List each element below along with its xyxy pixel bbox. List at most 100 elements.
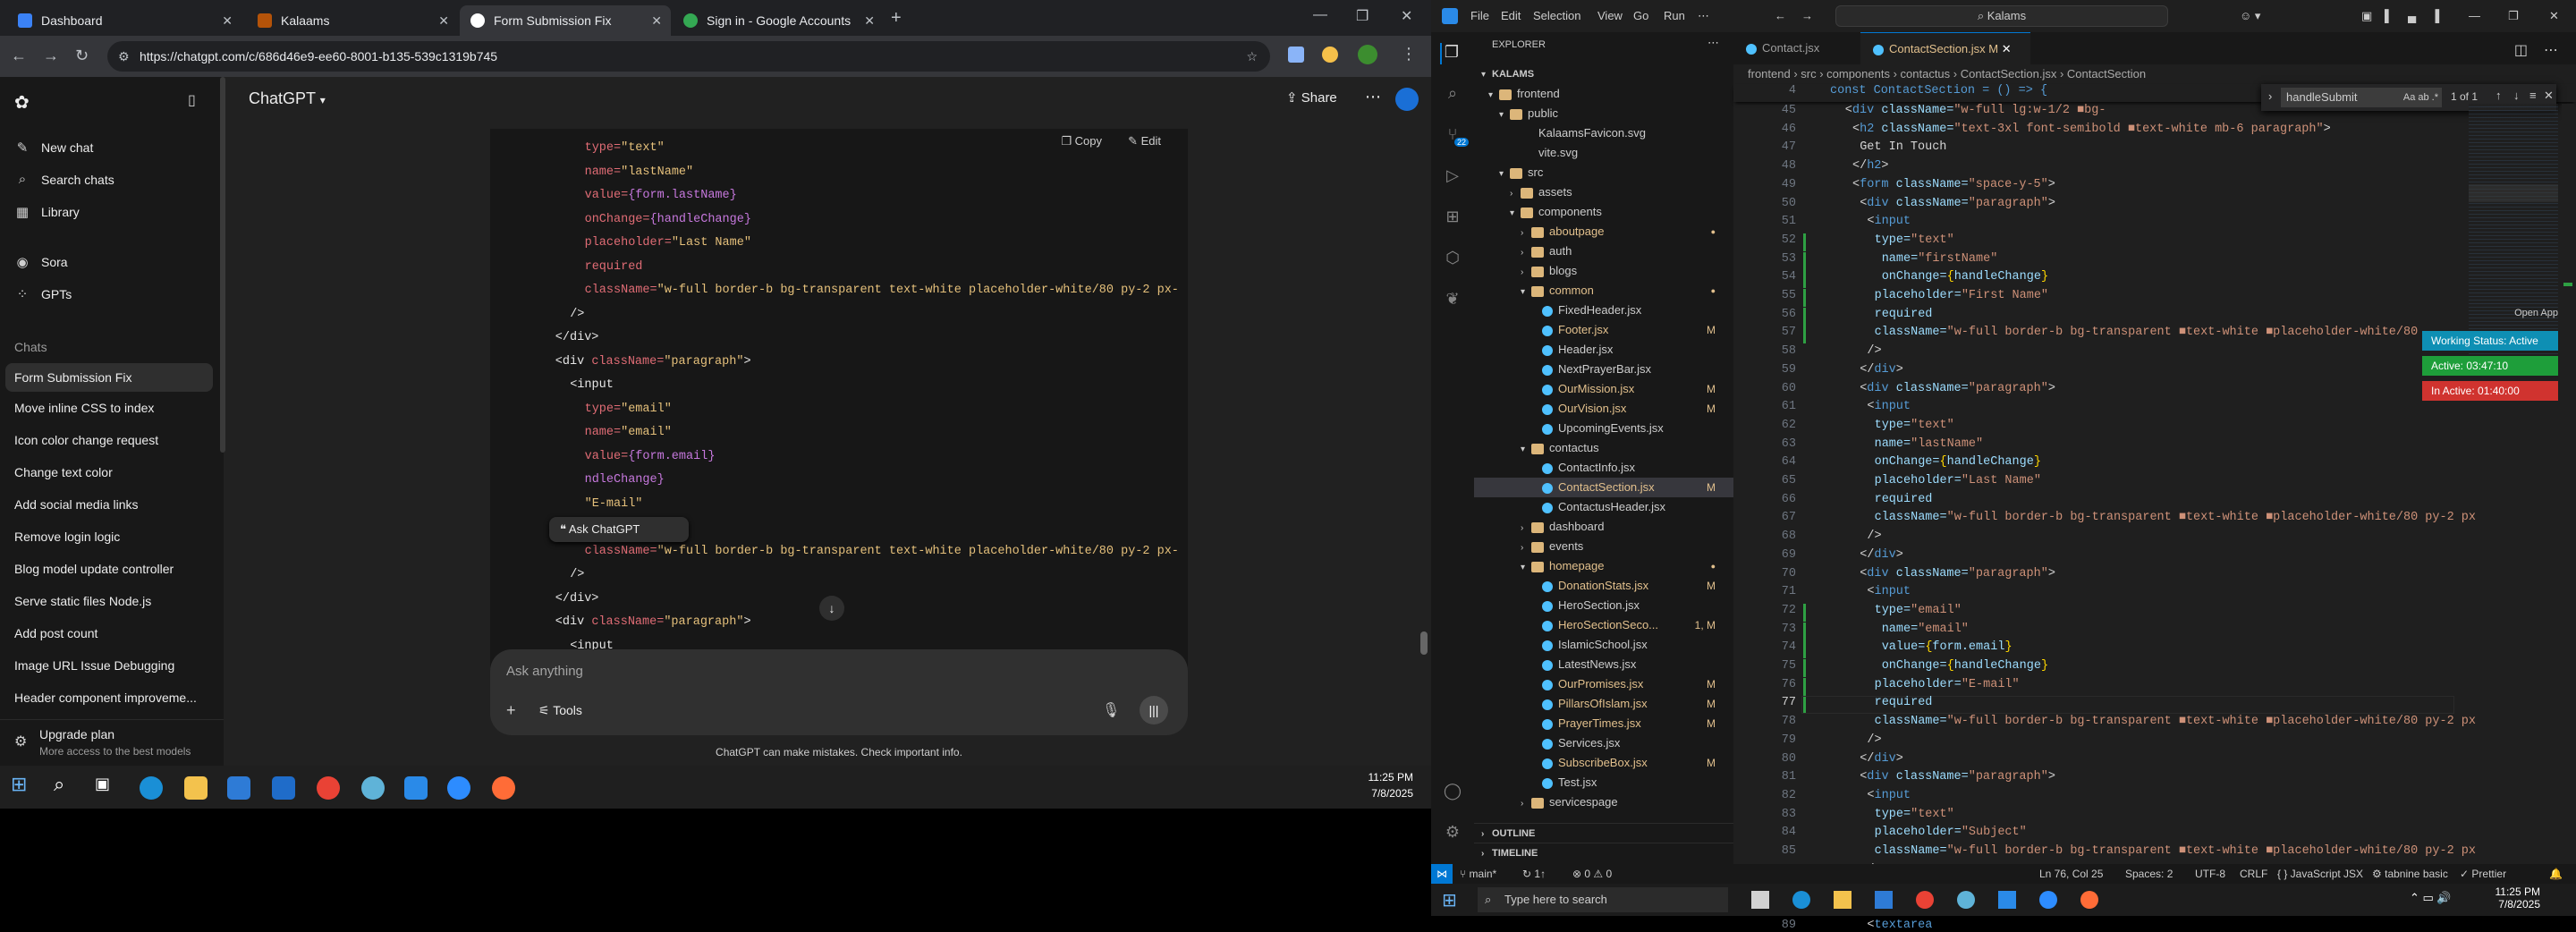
tree-folder[interactable]: › events bbox=[1474, 537, 1733, 556]
remote-indicator-icon[interactable]: ⋈ bbox=[1431, 864, 1453, 884]
toggle-panel-icon[interactable]: ▄ bbox=[2408, 9, 2416, 22]
sync-status[interactable]: ↻ 1↑ bbox=[1522, 864, 1546, 884]
problems-count[interactable]: ⊗ 0 ⚠ 0 bbox=[1572, 864, 1612, 884]
close-icon[interactable]: ✕ bbox=[2002, 42, 2012, 55]
chevron-right-icon[interactable]: › bbox=[2268, 89, 2272, 103]
windows-start-icon[interactable]: ⊞ bbox=[11, 773, 34, 796]
chat-list-item[interactable]: Move inline CSS to index bbox=[14, 401, 154, 415]
tree-file[interactable]: KalaamsFavicon.svg bbox=[1474, 123, 1733, 143]
upgrade-plan[interactable]: ⚙ Upgrade plan More access to the best m… bbox=[0, 719, 224, 766]
menu-file[interactable]: File bbox=[1470, 9, 1489, 22]
notifications-icon[interactable]: 🔔 bbox=[2549, 864, 2563, 884]
task-view-icon[interactable]: ▣ bbox=[95, 775, 118, 798]
chat-list-item[interactable]: Add post count bbox=[14, 626, 97, 640]
close-icon[interactable]: ✕ bbox=[2544, 89, 2554, 103]
close-icon[interactable]: ✕ bbox=[438, 13, 449, 29]
chat-list-item[interactable]: Remove login logic bbox=[14, 530, 120, 544]
tools-button[interactable]: ⚟ Tools bbox=[538, 703, 582, 718]
account-icon[interactable]: ◯ bbox=[1442, 782, 1463, 803]
close-icon[interactable]: ✕ bbox=[651, 13, 662, 29]
find-in-selection-icon[interactable]: ≡ bbox=[2529, 89, 2537, 102]
app-icon[interactable] bbox=[1957, 891, 1975, 909]
more-options-icon[interactable]: ⋯ bbox=[1365, 88, 1381, 106]
chat-list-item[interactable]: Header component improveme... bbox=[14, 691, 197, 705]
breadcrumb[interactable]: frontend › src › components › contactus … bbox=[1733, 64, 2576, 84]
tree-file[interactable]: LatestNews.jsx bbox=[1474, 655, 1733, 674]
forward-icon[interactable]: → bbox=[43, 47, 59, 65]
sidebar-new-chat[interactable]: ✎ New chat bbox=[14, 140, 94, 156]
menu-go[interactable]: Go bbox=[1633, 9, 1648, 22]
app-icon[interactable] bbox=[361, 776, 385, 800]
back-icon[interactable]: ← bbox=[11, 47, 27, 65]
sidebar-sora[interactable]: ◉ Sora bbox=[14, 254, 67, 270]
scrollbar-thumb[interactable] bbox=[1420, 631, 1428, 655]
chat-list-item[interactable]: Blog model update controller bbox=[14, 562, 174, 576]
git-branch[interactable]: ⑂ main* bbox=[1460, 864, 1496, 884]
minimize-icon[interactable]: — bbox=[2469, 9, 2480, 22]
tree-file[interactable]: HeroSectionSeco... 1, M bbox=[1474, 615, 1733, 635]
mail-icon[interactable] bbox=[272, 776, 295, 800]
settings-gear-icon[interactable]: ⚙ bbox=[1442, 823, 1463, 844]
tree-file[interactable]: OurPromises.jsx M bbox=[1474, 674, 1733, 694]
tree-file[interactable]: Header.jsx bbox=[1474, 340, 1733, 360]
tree-folder[interactable]: › servicespage bbox=[1474, 792, 1733, 812]
share-button[interactable]: ⇪ Share bbox=[1286, 89, 1337, 106]
minimize-icon[interactable]: — bbox=[1313, 7, 1327, 23]
tree-file[interactable]: OurVision.jsx M bbox=[1474, 399, 1733, 419]
tree-file[interactable]: ContactInfo.jsx bbox=[1474, 458, 1733, 478]
tree-folder[interactable]: ▾ common ● bbox=[1474, 281, 1733, 301]
copilot-icon[interactable]: ☺ ▾ bbox=[2240, 9, 2260, 23]
tree-file[interactable]: ContactSection.jsx M bbox=[1474, 478, 1733, 497]
tree-file[interactable]: Footer.jsx M bbox=[1474, 320, 1733, 340]
menu-selection[interactable]: Selection bbox=[1533, 9, 1580, 22]
chrome-menu-icon[interactable]: ⋮ bbox=[1401, 45, 1417, 64]
browser-tab-google-sign-in[interactable]: Sign in - Google Accounts ✕ bbox=[673, 5, 884, 36]
chat-list-item[interactable]: Change text color bbox=[14, 465, 113, 479]
store-icon[interactable] bbox=[227, 776, 250, 800]
close-icon[interactable]: ✕ bbox=[864, 13, 875, 29]
add-icon[interactable]: + bbox=[506, 701, 516, 720]
forward-icon[interactable]: → bbox=[1801, 9, 1813, 22]
tree-folder[interactable]: ▾ contactus bbox=[1474, 438, 1733, 458]
tree-folder[interactable]: ▾ frontend bbox=[1474, 84, 1733, 104]
arrow-up-icon[interactable]: ↑ bbox=[2496, 89, 2502, 102]
browser-tab-form-submission-fix[interactable]: Form Submission Fix ✕ bbox=[460, 5, 671, 36]
close-window-icon[interactable]: ✕ bbox=[1401, 7, 1412, 25]
tree-folder[interactable]: ▾ components bbox=[1474, 202, 1733, 222]
microphone-icon[interactable]: 🎙 bbox=[1102, 701, 1120, 719]
run-debug-icon[interactable]: ▷ bbox=[1442, 166, 1463, 188]
bookmark-star-icon[interactable]: ☆ bbox=[1246, 49, 1258, 64]
edge-icon[interactable] bbox=[1792, 891, 1810, 909]
menu-run[interactable]: Run bbox=[1664, 9, 1685, 22]
extension-icon[interactable] bbox=[1322, 47, 1338, 63]
menu-view[interactable]: View bbox=[1597, 9, 1623, 22]
postman-icon[interactable] bbox=[2080, 891, 2098, 909]
ask-chatgpt-popover[interactable]: ❝ Ask ChatGPT bbox=[549, 517, 689, 542]
outline-section[interactable]: › OUTLINE bbox=[1474, 823, 1733, 843]
postman-icon[interactable] bbox=[492, 776, 515, 800]
more-actions-icon[interactable]: ⋯ bbox=[1707, 36, 1719, 50]
vscode-icon[interactable] bbox=[1998, 891, 2016, 909]
vscode-icon[interactable] bbox=[404, 776, 428, 800]
reload-icon[interactable]: ↻ bbox=[75, 47, 89, 65]
toggle-secondary-sidebar-icon[interactable]: ▐ bbox=[2431, 9, 2439, 22]
address-bar[interactable]: ⚙ https://chatgpt.com/c/686d46e9-ee60-80… bbox=[107, 41, 1270, 72]
tree-file[interactable]: vite.svg bbox=[1474, 143, 1733, 163]
tree-file[interactable]: ContactusHeader.jsx bbox=[1474, 497, 1733, 517]
edge-icon[interactable] bbox=[140, 776, 163, 800]
mongodb-icon[interactable]: ❦ bbox=[1442, 290, 1463, 311]
clock[interactable]: 11:25 PM 7/8/2025 bbox=[2469, 885, 2540, 911]
new-tab-icon[interactable]: + bbox=[891, 8, 902, 29]
tree-file[interactable]: NextPrayerBar.jsx bbox=[1474, 360, 1733, 379]
timeline-section[interactable]: › TIMELINE bbox=[1474, 843, 1733, 862]
remote-icon[interactable]: ⬡ bbox=[1442, 249, 1463, 270]
minimap[interactable] bbox=[2469, 104, 2558, 873]
tree-file[interactable]: UpcomingEvents.jsx bbox=[1474, 419, 1733, 438]
clock[interactable]: 11:25 PM 7/8/2025 bbox=[1342, 771, 1413, 800]
tree-file[interactable]: IslamicSchool.jsx bbox=[1474, 635, 1733, 655]
sidebar-gpts[interactable]: ⁘ GPTs bbox=[14, 286, 72, 302]
file-explorer-icon[interactable] bbox=[1834, 891, 1852, 909]
zoom-icon[interactable] bbox=[2039, 891, 2057, 909]
editor-scrollbar[interactable] bbox=[2562, 104, 2574, 873]
voice-mode-icon[interactable]: ||| bbox=[1140, 696, 1168, 724]
